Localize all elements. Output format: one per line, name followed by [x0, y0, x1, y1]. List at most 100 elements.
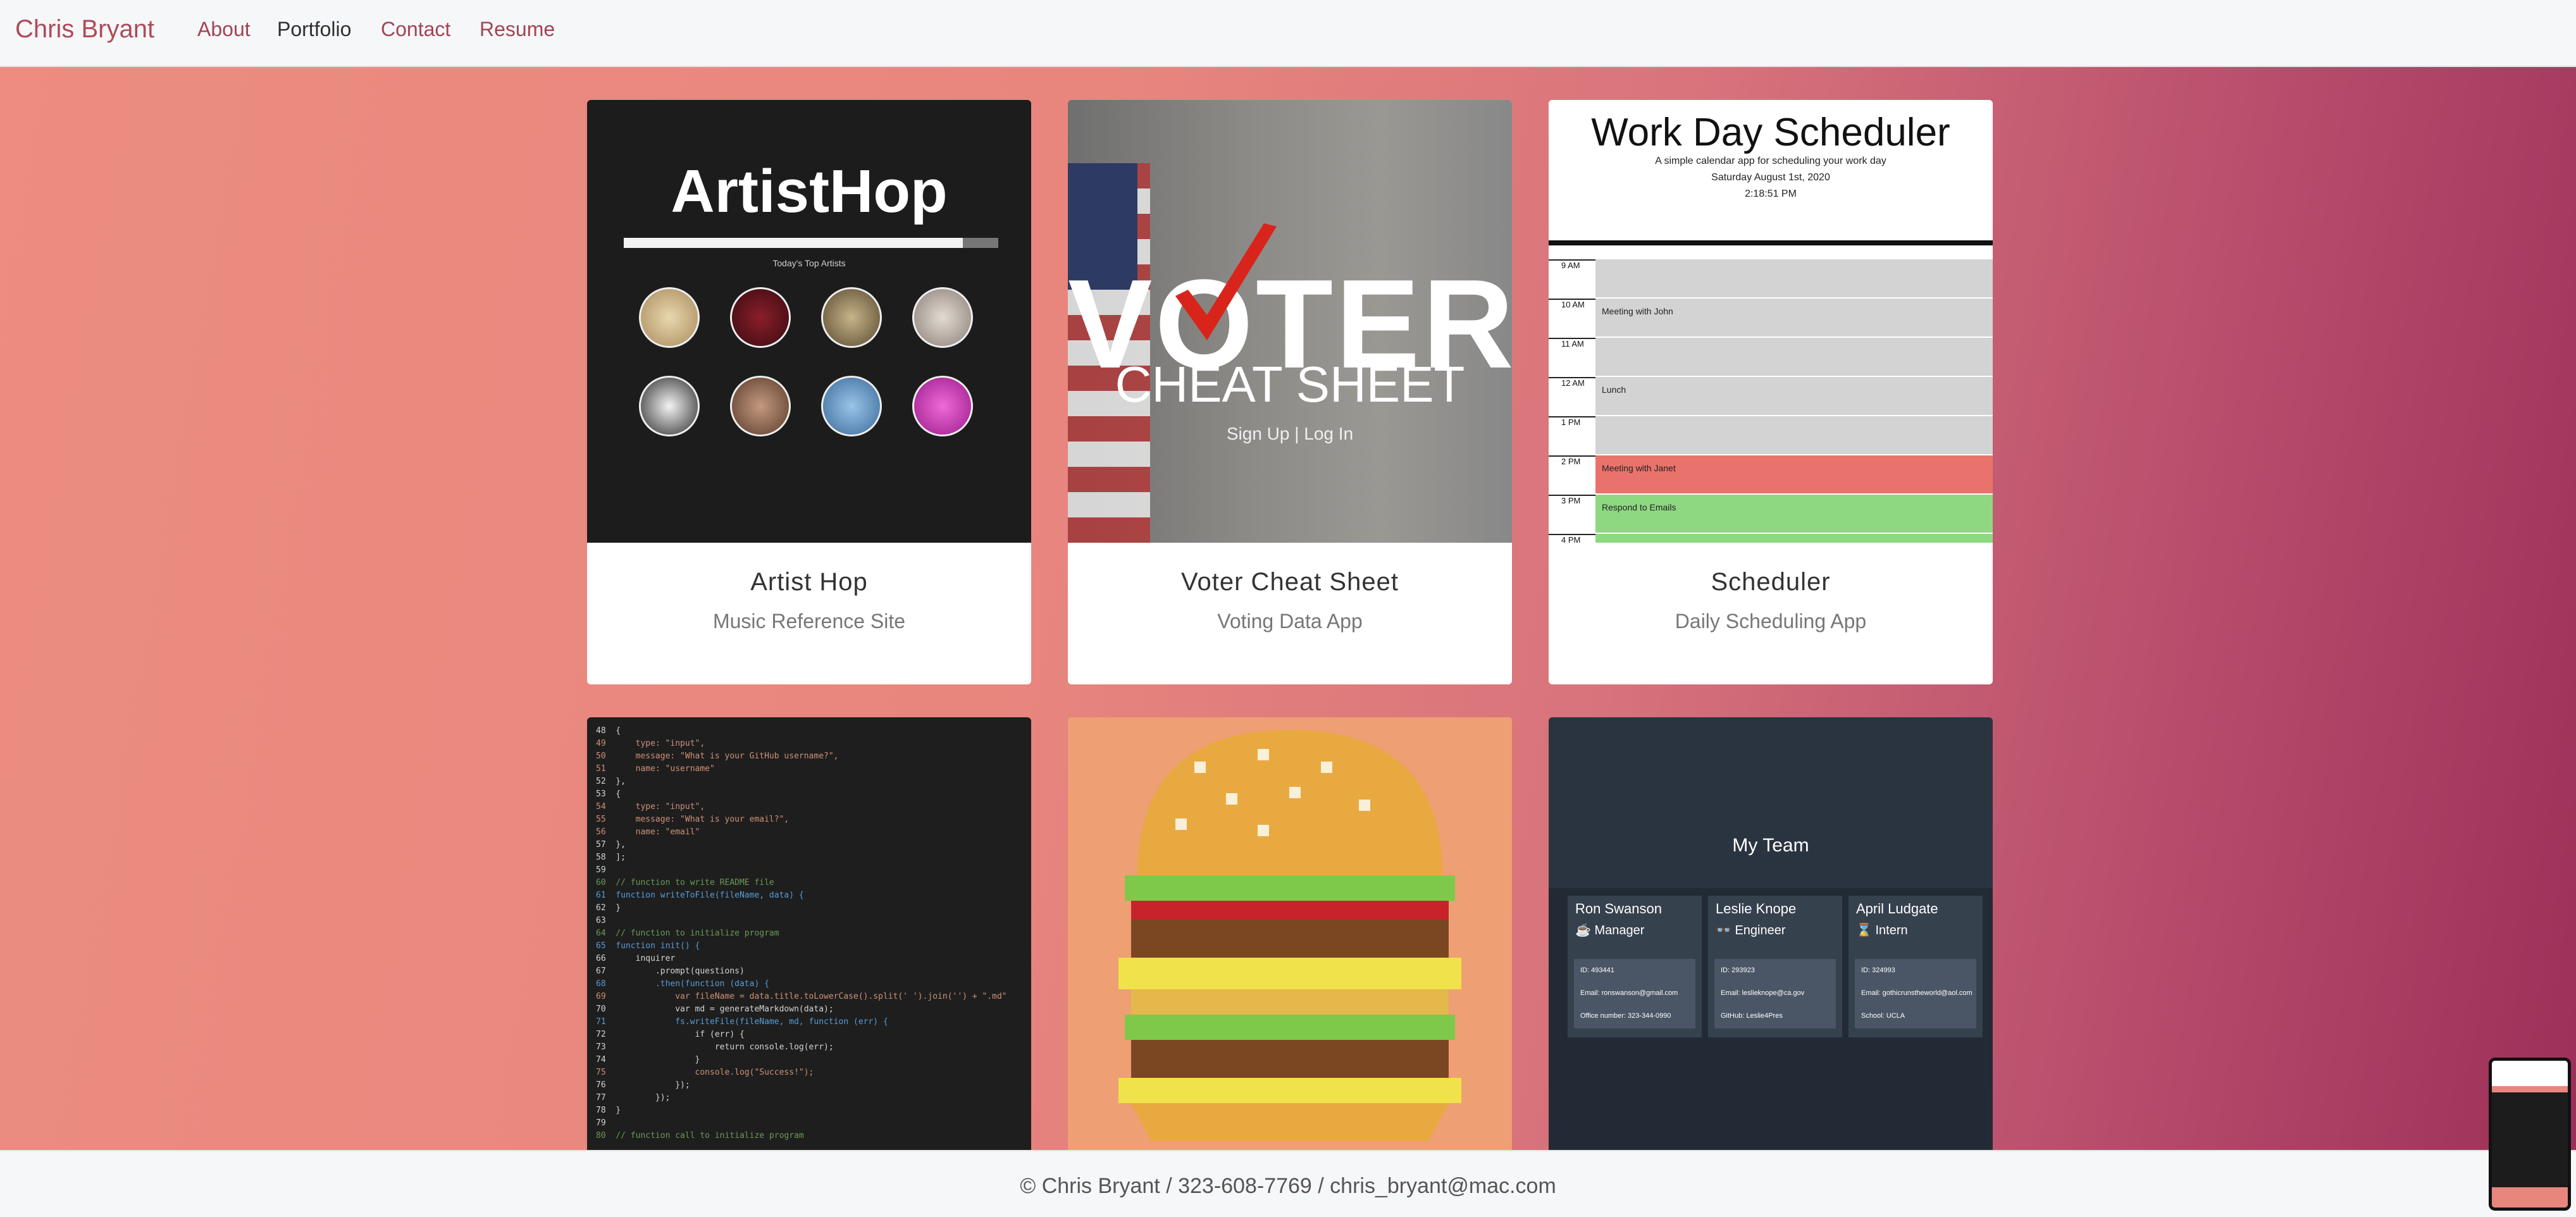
card-title: Artist Hop [750, 568, 868, 596]
code-line: 77 }); [596, 1093, 671, 1103]
member-id: ID: 293923 [1721, 967, 1755, 974]
scheduler-time: 2:18:51 PM [1745, 188, 1797, 199]
code-line: 58 ]; [596, 853, 626, 862]
time-block: 1 PM [1549, 415, 1993, 455]
role-label: Engineer [1735, 924, 1786, 937]
member-info: ID: 324993 Email: gothicrunstheworld@aol… [1855, 959, 1976, 1029]
mini-footer-band [2492, 1187, 2568, 1208]
artist-avatar [821, 376, 882, 436]
hour-label: 3 PM [1549, 495, 1595, 534]
event-slot[interactable]: Respond to Emails [1595, 495, 1993, 534]
time-block: 11 AM [1549, 337, 1993, 377]
artist-search-bar [624, 238, 963, 248]
code-line: 75 console.log("Success!"); [596, 1068, 814, 1077]
code-line: 53 { [596, 789, 621, 799]
checkmark-icon [1175, 223, 1277, 340]
nav-link-resume[interactable]: Resume [480, 18, 555, 41]
member-email[interactable]: Email: gothicrunstheworld@aol.com [1861, 989, 1972, 997]
team-member-card: April Ludgate ⌛ Intern ID: 324993 Email:… [1848, 896, 1983, 1037]
team-member-card: Leslie Knope 👓 Engineer ID: 293923 Email… [1708, 896, 1842, 1037]
member-extra[interactable]: GitHub: Leslie4Pres [1721, 1012, 1783, 1020]
member-email[interactable]: Email: ronswanson@gmail.com [1580, 989, 1678, 997]
project-card-voter-cheat-sheet[interactable]: VOTER CHEAT SHEET Sign Up | Log In Voter… [1068, 100, 1512, 684]
code-line: 68 .then(function (data) { [596, 979, 769, 989]
artist-avatar [821, 287, 882, 348]
member-role: 👓 Engineer [1716, 922, 1786, 938]
mobile-preview-thumbnail[interactable] [2489, 1058, 2571, 1211]
burger-screenshot[interactable] [1068, 717, 1512, 1160]
event-slot[interactable]: Meeting with Janet [1595, 455, 1993, 495]
artist-hop-logo: ArtistHop [671, 158, 948, 225]
member-name: April Ludgate [1856, 901, 1938, 917]
member-name: Leslie Knope [1716, 901, 1797, 917]
artist-avatar [730, 287, 791, 348]
member-extra: School: UCLA [1861, 1012, 1905, 1020]
member-role: ☕ Manager [1575, 922, 1644, 938]
project-card-burger[interactable] [1068, 717, 1512, 1160]
time-block: 2 PM Meeting with Janet [1549, 454, 1993, 495]
member-id: ID: 324993 [1861, 967, 1895, 974]
artist-avatar [639, 376, 700, 436]
time-block: 10 AM Meeting with John [1549, 297, 1993, 338]
code-line: 73 return console.log(err); [596, 1042, 834, 1052]
project-card-team-profile[interactable]: My Team Ron Swanson ☕ Manager ID: 493441… [1549, 717, 1993, 1160]
top-artists-caption: Today's Top Artists [772, 258, 846, 268]
code-line: 61 function writeToFile(fileName, data) … [596, 891, 804, 900]
nav-link-contact[interactable]: Contact [381, 18, 450, 41]
code-line: 76 }); [596, 1080, 690, 1090]
hour-label: 11 AM [1549, 338, 1595, 377]
artist-avatar [912, 287, 973, 348]
hour-label: 10 AM [1549, 299, 1595, 338]
artist-avatar [912, 376, 973, 436]
footer: © Chris Bryant / 323-608-7769 / chris_br… [0, 1150, 2576, 1217]
graduate-icon: ⌛ [1856, 924, 1872, 937]
code-line: 62 } [596, 903, 621, 913]
hour-label: 2 PM [1549, 455, 1595, 495]
project-card-readme-generator[interactable]: 48 {49 type: "input", 50 message: "What i… [587, 717, 1031, 1160]
time-block: 3 PM Respond to Emails [1549, 493, 1993, 534]
event-slot[interactable]: Meeting with John [1595, 299, 1993, 338]
nav-link-portfolio[interactable]: Portfolio [277, 18, 351, 41]
code-line: 72 if (err) { [596, 1030, 745, 1039]
code-line: 67 .prompt(questions) [596, 967, 745, 976]
member-email[interactable]: Email: leslieknope@ca.gov [1721, 989, 1804, 997]
project-card-artist-hop[interactable]: ArtistHop Today's Top Artists Artist Hop… [587, 100, 1031, 684]
card-subtitle: Music Reference Site [712, 610, 906, 633]
glasses-icon: 👓 [1716, 924, 1731, 937]
hour-label: 1 PM [1549, 416, 1595, 455]
member-role: ⌛ Intern [1856, 922, 1908, 938]
code-line: 50 message: "What is your GitHub usernam… [596, 751, 839, 761]
hour-label: 9 AM [1549, 259, 1595, 299]
scheduler-date: Saturday August 1st, 2020 [1711, 172, 1830, 183]
code-line: 69 var fileName = data.title.toLowerCase… [596, 992, 1007, 1001]
artist-avatar [730, 376, 791, 436]
event-slot[interactable] [1595, 534, 1993, 543]
code-line: 78 } [596, 1106, 621, 1115]
event-slot[interactable] [1595, 338, 1993, 377]
project-card-scheduler[interactable]: Work Day Scheduler A simple calendar app… [1549, 100, 1993, 684]
team-screenshot[interactable]: My Team Ron Swanson ☕ Manager ID: 493441… [1549, 717, 1993, 1160]
member-id: ID: 493441 [1580, 967, 1614, 974]
event-slot[interactable]: Lunch [1595, 377, 1993, 416]
scheduler-subtitle: A simple calendar app for scheduling you… [1655, 156, 1886, 166]
event-slot[interactable] [1595, 416, 1993, 455]
mini-header [2492, 1061, 2568, 1086]
event-slot[interactable] [1595, 259, 1993, 299]
hour-label: 12 AM [1549, 377, 1595, 416]
code-line: 54 type: "input", [596, 802, 705, 812]
code-line: 64 // function to initialize program [596, 929, 779, 938]
code-line: 57 }, [596, 840, 626, 849]
code-line: 71 fs.writeFile(fileName, md, function (… [596, 1017, 888, 1027]
brand-link[interactable]: Chris Bryant [15, 15, 154, 44]
code-screenshot[interactable]: 48 {49 type: "input", 50 message: "What i… [587, 717, 1031, 1160]
card-title: Scheduler [1711, 568, 1831, 596]
nav-link-about[interactable]: About [197, 18, 251, 41]
scheduler-title: Work Day Scheduler [1591, 111, 1950, 154]
voter-cheat-sheet-screenshot[interactable]: VOTER CHEAT SHEET Sign Up | Log In [1068, 100, 1512, 543]
artist-hop-screenshot[interactable]: ArtistHop Today's Top Artists [587, 100, 1031, 543]
code-line: 63 [596, 916, 606, 925]
scheduler-screenshot[interactable]: Work Day Scheduler A simple calendar app… [1549, 100, 1993, 543]
card-subtitle: Daily Scheduling App [1675, 610, 1867, 633]
code-line: 51 name: "username" [596, 764, 715, 774]
member-info: ID: 293923 Email: leslieknope@ca.gov Git… [1714, 959, 1836, 1029]
